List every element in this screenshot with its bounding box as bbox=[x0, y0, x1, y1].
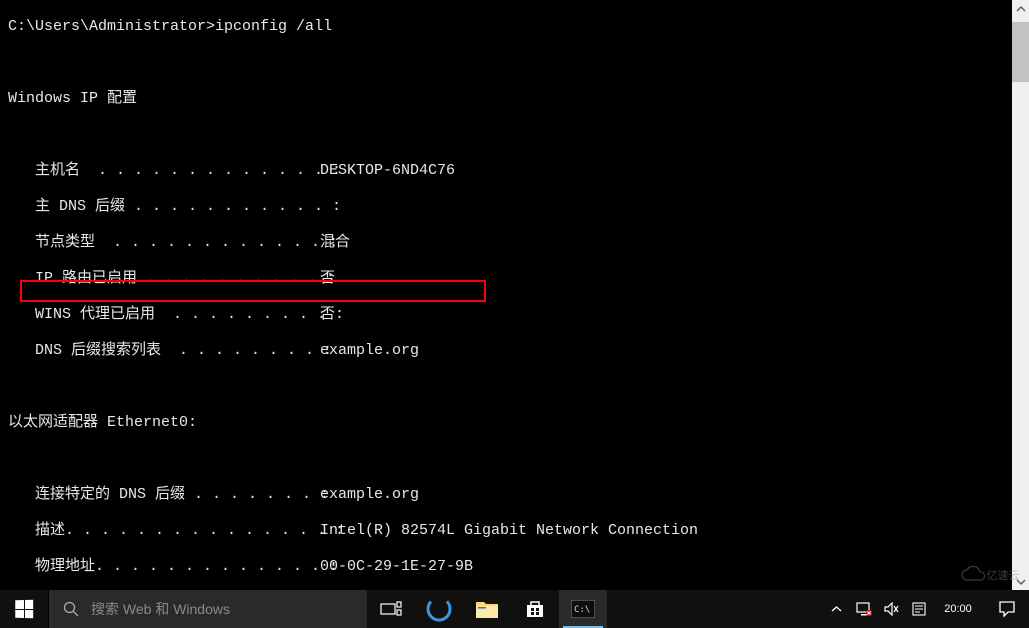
command-text: ipconfig /all bbox=[215, 18, 332, 35]
taskbar-app-edge[interactable] bbox=[415, 590, 463, 628]
prompt-line: C:\Users\Administrator>ipconfig /all bbox=[8, 18, 1012, 36]
taskbar-app-cmd[interactable]: C:\ bbox=[559, 590, 607, 628]
prompt: C:\Users\Administrator> bbox=[8, 18, 215, 35]
edge-icon bbox=[426, 596, 452, 622]
tray-volume-button[interactable] bbox=[881, 590, 903, 628]
adapter-conn-dns-value: example.org bbox=[320, 486, 1012, 504]
system-tray bbox=[823, 590, 931, 628]
search-box[interactable]: 搜索 Web 和 Windows bbox=[48, 590, 367, 628]
cfg-wins-proxy-label: WINS 代理已启用 . . . . . . . . . : bbox=[8, 306, 320, 324]
taskbar-app-explorer[interactable] bbox=[463, 590, 511, 628]
task-view-button[interactable] bbox=[367, 590, 415, 628]
cfg-ip-routing-value: 否 bbox=[320, 270, 1012, 288]
chevron-up-icon bbox=[831, 604, 842, 615]
volume-icon bbox=[884, 602, 900, 616]
clock-time: 20:00 bbox=[944, 603, 972, 616]
cmd-icon: C:\ bbox=[571, 600, 595, 618]
scroll-up-button[interactable] bbox=[1012, 0, 1029, 17]
tray-notes-button[interactable] bbox=[909, 590, 929, 628]
adapter-phys-value: 00-0C-29-1E-27-9B bbox=[320, 558, 1012, 576]
network-icon bbox=[856, 602, 872, 616]
adapter-conn-dns-label: 连接特定的 DNS 后缀 . . . . . . . : bbox=[8, 486, 320, 504]
windows-logo-icon bbox=[15, 600, 33, 618]
task-view-icon bbox=[380, 601, 402, 617]
cfg-ip-routing-label: IP 路由已启用 . . . . . . . . . . : bbox=[8, 270, 320, 288]
scroll-thumb[interactable] bbox=[1012, 22, 1029, 82]
cfg-wins-proxy-value: 否 bbox=[320, 306, 1012, 324]
search-placeholder: 搜索 Web 和 Windows bbox=[91, 599, 230, 619]
cfg-hostname-label: 主机名 . . . . . . . . . . . . . : bbox=[8, 162, 320, 180]
cfg-dns-suffix-label: 主 DNS 后缀 . . . . . . . . . . . : bbox=[8, 198, 320, 216]
cfg-dns-search-value: example.org bbox=[320, 342, 1012, 360]
vertical-scrollbar[interactable] bbox=[1012, 0, 1029, 590]
section-title: Windows IP 配置 bbox=[8, 90, 1012, 108]
notes-icon bbox=[912, 602, 926, 616]
adapter-title: 以太网适配器 Ethernet0: bbox=[8, 414, 1012, 432]
taskbar-app-store[interactable] bbox=[511, 590, 559, 628]
adapter-desc-label: 描述. . . . . . . . . . . . . . . : bbox=[8, 522, 320, 540]
cfg-dns-suffix-value bbox=[320, 198, 1012, 216]
tray-network-button[interactable] bbox=[853, 590, 875, 628]
action-center-button[interactable] bbox=[985, 590, 1029, 628]
svg-text:C:\: C:\ bbox=[574, 605, 590, 615]
cfg-hostname-value: DESKTOP-6ND4C76 bbox=[320, 162, 1012, 180]
adapter-desc-value: Intel(R) 82574L Gigabit Network Connecti… bbox=[320, 522, 1012, 540]
search-icon bbox=[63, 601, 79, 617]
adapter-phys-label: 物理地址. . . . . . . . . . . . . : bbox=[8, 558, 320, 576]
cfg-node-type-label: 节点类型 . . . . . . . . . . . . : bbox=[8, 234, 320, 252]
terminal-viewport[interactable]: C:\Users\Administrator>ipconfig /all Win… bbox=[0, 0, 1012, 590]
scroll-down-button[interactable] bbox=[1012, 573, 1029, 590]
store-icon bbox=[524, 598, 546, 620]
clock[interactable]: 20:00 bbox=[931, 590, 985, 628]
tray-overflow-button[interactable] bbox=[825, 590, 847, 628]
notification-icon bbox=[998, 600, 1016, 618]
cfg-dns-search-label: DNS 后缀搜索列表 . . . . . . . . : bbox=[8, 342, 320, 360]
folder-icon bbox=[475, 599, 499, 619]
start-button[interactable] bbox=[0, 590, 48, 628]
cfg-node-type-value: 混合 bbox=[320, 234, 1012, 252]
taskbar: 搜索 Web 和 Windows C:\ 20:00 bbox=[0, 590, 1029, 628]
taskbar-spacer bbox=[607, 590, 823, 628]
